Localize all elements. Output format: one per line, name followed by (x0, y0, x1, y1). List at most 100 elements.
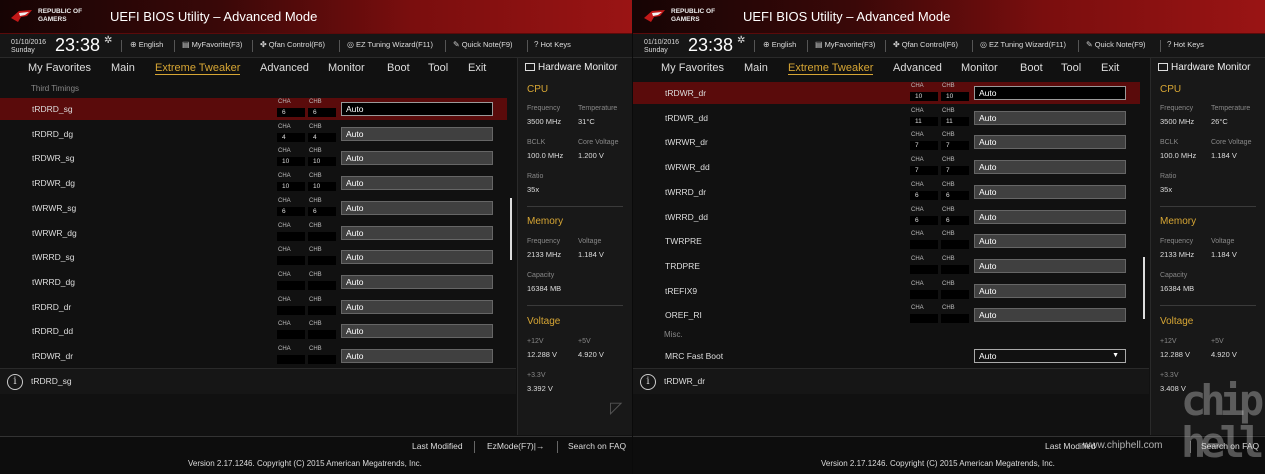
setting-row[interactable]: tWRRD_dr CHA 6 CHB 6 Auto (633, 181, 1140, 203)
myfavorite-button[interactable]: ▤ MyFavorite(F3) (182, 40, 242, 49)
setting-row[interactable]: tWRRD_sg CHA CHB Auto (0, 246, 507, 268)
setting-row[interactable]: tRDRD_sg CHA 6 CHB 6 Auto (0, 98, 507, 120)
hot-keys-button[interactable]: ? Hot Keys (534, 40, 571, 49)
tab-extreme-tweaker[interactable]: Extreme Tweaker (155, 62, 241, 75)
channel-b-readout: CHB (308, 223, 336, 242)
memory-section-title: Memory (1160, 216, 1197, 227)
setting-value-input[interactable]: Auto (341, 200, 493, 215)
search-faq-button[interactable]: Search on FAQ (568, 441, 626, 451)
channel-a-label: CHA (278, 271, 291, 278)
quick-note-button[interactable]: ✎ Quick Note(F9) (453, 40, 513, 49)
setting-row[interactable]: tRDWR_sg CHA 10 CHB 10 Auto (0, 147, 507, 169)
setting-row[interactable]: tRDWR_dg CHA 10 CHB 10 Auto (0, 172, 507, 194)
tab-my-favorites[interactable]: My Favorites (28, 62, 91, 74)
setting-value-input[interactable]: Auto (974, 86, 1126, 100)
setting-value-input[interactable]: Auto (974, 234, 1126, 249)
setting-value-input[interactable]: Auto (974, 209, 1126, 224)
setting-row[interactable]: tWRWR_dd CHA 7 CHB 7 Auto (633, 156, 1140, 178)
setting-value-input[interactable]: Auto (974, 160, 1126, 175)
gear-icon[interactable]: ✲ (104, 35, 112, 46)
memory-frequency-label: Frequency (1160, 238, 1194, 245)
setting-row-mrc-fast-boot[interactable]: MRC Fast Boot Auto ▼ (633, 345, 1140, 367)
setting-value-input[interactable]: Auto (341, 250, 493, 265)
tab-tool[interactable]: Tool (428, 62, 448, 74)
tab-advanced[interactable]: Advanced (893, 62, 942, 74)
channel-a-readout: CHA 10 (277, 173, 305, 192)
tab-exit[interactable]: Exit (468, 62, 486, 74)
setting-row[interactable]: tWRWR_dg CHA CHB Auto (0, 222, 507, 244)
channel-b-readout: CHB 7 (941, 157, 969, 176)
cpu-frequency-value: 3500 MHz (1160, 117, 1195, 126)
mouse-cursor-icon: ◸ (610, 400, 623, 417)
setting-row[interactable]: TWRPRE CHA CHB Auto (633, 230, 1140, 252)
hot-keys-button[interactable]: ? Hot Keys (1167, 40, 1204, 49)
tab-boot[interactable]: Boot (387, 62, 410, 74)
tab-main[interactable]: Main (744, 62, 768, 74)
tab-advanced[interactable]: Advanced (260, 62, 309, 74)
setting-label: MRC Fast Boot (665, 351, 724, 361)
setting-value-input[interactable]: Auto (974, 110, 1126, 125)
setting-row[interactable]: tWRWR_sg CHA 6 CHB 6 Auto (0, 197, 507, 219)
channel-a-readout: CHA (910, 305, 938, 324)
setting-value-input[interactable]: Auto (974, 283, 1126, 298)
setting-row[interactable]: tWRRD_dd CHA 6 CHB 6 Auto (633, 206, 1140, 228)
setting-row[interactable]: tRDWR_dr CHA CHB Auto (0, 345, 507, 367)
setting-value-input[interactable]: Auto (341, 102, 493, 116)
tab-monitor[interactable]: Monitor (328, 62, 365, 74)
mrc-fast-boot-dropdown[interactable]: Auto ▼ (974, 349, 1126, 363)
ez-tuning-button[interactable]: ◎ EZ Tuning Wizard(F11) (347, 40, 433, 49)
tab-monitor[interactable]: Monitor (961, 62, 998, 74)
tab-tool[interactable]: Tool (1061, 62, 1081, 74)
setting-value-input[interactable]: Auto (341, 349, 493, 363)
divider (527, 40, 528, 52)
setting-row[interactable]: tRDWR_dr CHA 10 CHB 10 Auto (633, 82, 1140, 104)
setting-row[interactable]: tRDWR_dd CHA 11 CHB 11 Auto (633, 107, 1140, 129)
quick-note-button[interactable]: ✎ Quick Note(F9) (1086, 40, 1146, 49)
myfavorite-button[interactable]: ▤ MyFavorite(F3) (815, 40, 875, 49)
setting-value-input[interactable]: Auto (974, 258, 1126, 273)
last-modified-button[interactable]: Last Modified (412, 441, 463, 451)
setting-label: tRDWR_dr (665, 88, 707, 98)
qfan-button[interactable]: ✤ Qfan Control(F6) (893, 40, 958, 49)
setting-row[interactable]: OREF_RI CHA CHB Auto (633, 304, 1140, 326)
setting-row[interactable]: TRDPRE CHA CHB Auto (633, 255, 1140, 277)
setting-value-input[interactable]: Auto (341, 176, 493, 191)
channel-b-value: 10 (308, 182, 336, 192)
setting-row[interactable]: tRDRD_dd CHA CHB Auto (0, 320, 507, 342)
ez-tuning-button[interactable]: ◎ EZ Tuning Wizard(F11) (980, 40, 1066, 49)
qfan-button[interactable]: ✤ Qfan Control(F6) (260, 40, 325, 49)
tab-exit[interactable]: Exit (1101, 62, 1119, 74)
setting-value-input[interactable]: Auto (341, 126, 493, 141)
ratio-label: Ratio (527, 173, 544, 180)
setting-row[interactable]: tWRWR_dr CHA 7 CHB 7 Auto (633, 131, 1140, 153)
setting-value-input[interactable]: Auto (341, 299, 493, 314)
channel-b-label: CHB (942, 83, 955, 89)
scrollbar[interactable] (510, 198, 512, 260)
channel-a-readout: CHA (910, 256, 938, 275)
setting-value-input[interactable]: Auto (974, 184, 1126, 199)
setting-value-input[interactable]: Auto (341, 324, 493, 339)
channel-a-value (277, 305, 305, 315)
setting-row[interactable]: tWRRD_dg CHA CHB Auto (0, 271, 507, 293)
setting-value-input[interactable]: Auto (341, 274, 493, 289)
setting-value-input[interactable]: Auto (341, 151, 493, 166)
tab-extreme-tweaker[interactable]: Extreme Tweaker (788, 62, 874, 75)
setting-value-input[interactable]: Auto (974, 135, 1126, 150)
tab-boot[interactable]: Boot (1020, 62, 1043, 74)
ezmode-button[interactable]: EzMode(F7)|→ (487, 441, 544, 451)
channel-a-readout: CHA (277, 321, 305, 340)
language-button[interactable]: ⊕ English (130, 40, 163, 49)
tab-my-favorites[interactable]: My Favorites (661, 62, 724, 74)
tab-main[interactable]: Main (111, 62, 135, 74)
setting-row[interactable]: tRDRD_dg CHA 4 CHB 4 Auto (0, 123, 507, 145)
setting-row[interactable]: tRDRD_dr CHA CHB Auto (0, 296, 507, 318)
setting-row[interactable]: tREFIX9 CHA CHB Auto (633, 280, 1140, 302)
gear-icon[interactable]: ✲ (737, 35, 745, 46)
setting-value-input[interactable]: Auto (341, 225, 493, 240)
v12-value: 12.288 V (527, 350, 558, 359)
setting-value-input[interactable]: Auto (974, 308, 1126, 323)
setting-label: tRDRD_sg (32, 104, 73, 114)
version-text: Version 2.17.1246. Copyright (C) 2015 Am… (821, 459, 1055, 468)
scrollbar[interactable] (1143, 257, 1145, 319)
language-button[interactable]: ⊕ English (763, 40, 796, 49)
